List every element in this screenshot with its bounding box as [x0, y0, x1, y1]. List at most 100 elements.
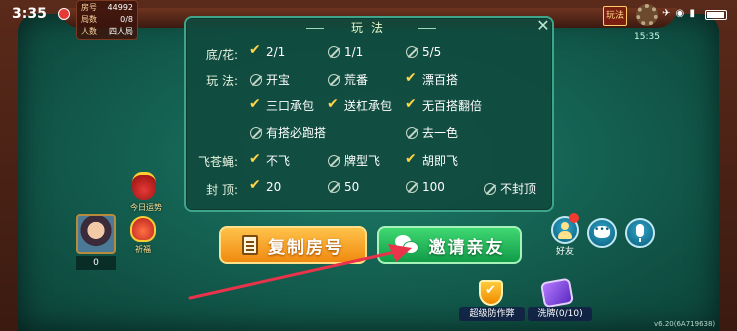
cards-icon	[539, 277, 575, 309]
version-text: v6.20(6A719638)	[654, 320, 716, 328]
voice-button[interactable]	[625, 218, 655, 248]
friends-notification-dot	[569, 213, 579, 223]
unchecked-icon	[250, 126, 262, 139]
unchecked-icon	[328, 154, 340, 167]
system-status-icons: ✈ ◉ ▮	[662, 8, 696, 19]
player-seat[interactable]: 0	[76, 214, 116, 270]
option-label: 去一色	[422, 126, 459, 140]
anti-cheat-button[interactable]: 超级防作弊	[459, 280, 525, 322]
lucky-bag-icon	[132, 172, 156, 200]
rounds-label: 局数	[81, 15, 97, 24]
close-icon[interactable]: ✕	[535, 18, 551, 34]
row-label-cap: 封 顶:	[206, 183, 238, 197]
game-clock: 15:35	[634, 32, 660, 42]
status-time: 3:35	[12, 6, 47, 22]
pointer-arrow	[188, 244, 412, 300]
option-label: 2/1	[266, 45, 286, 59]
option-quyise[interactable]: 去一色	[406, 124, 458, 141]
checkmark-icon	[249, 151, 262, 167]
checkmark-icon	[405, 96, 418, 112]
invite-label: 邀请亲友	[428, 237, 505, 258]
shield-icon	[479, 280, 503, 306]
option-label: 不封顶	[500, 182, 537, 196]
anti-cheat-label: 超级防作弊	[459, 307, 525, 321]
room-number: 44992	[107, 3, 133, 12]
blessing-bag-icon	[130, 216, 156, 242]
option-label: 不飞	[266, 154, 291, 168]
option-label: 送杠承包	[344, 99, 393, 113]
option-label: 胡即飞	[422, 154, 459, 168]
option-label: 100	[422, 180, 445, 194]
option-label: 牌型飞	[344, 154, 381, 168]
option-kaibao[interactable]: 开宝	[250, 71, 290, 88]
friends-label: 好友	[555, 247, 574, 257]
option-wubaida-fanbei[interactable]: 无百搭翻倍	[405, 96, 483, 114]
option-label: 无百搭翻倍	[422, 99, 483, 113]
option-label: 20	[266, 180, 282, 194]
option-sankou-chengbao[interactable]: 三口承包	[249, 96, 315, 114]
option-base-2-1[interactable]: 2/1	[249, 42, 286, 59]
option-cap-50[interactable]: 50	[328, 180, 359, 194]
row-label-fly: 飞苍蝇:	[197, 155, 238, 169]
arrow-shaft	[188, 250, 397, 300]
option-youda-bipaoda[interactable]: 有搭必跑搭	[250, 124, 326, 141]
players-value: 四人局	[109, 27, 133, 36]
rules-button[interactable]: 玩法	[603, 6, 627, 26]
chat-button[interactable]: •••	[587, 218, 617, 248]
option-label: 5/5	[422, 45, 442, 59]
option-label: 三口承包	[266, 99, 315, 113]
players-label: 人数	[81, 27, 97, 36]
gear-icon[interactable]	[636, 4, 658, 26]
option-songgang-chengbao[interactable]: 送杠承包	[327, 96, 393, 114]
option-label: 有搭必跑搭	[266, 126, 327, 140]
chat-bubble-icon: •••	[594, 226, 610, 238]
unchecked-icon	[484, 182, 496, 195]
option-base-1-1[interactable]: 1/1	[328, 45, 363, 59]
checkmark-icon	[249, 177, 262, 193]
unchecked-icon	[406, 181, 418, 193]
option-bufei[interactable]: 不飞	[249, 151, 291, 169]
panel-title: 玩法	[306, 18, 436, 38]
option-piaobaida[interactable]: 漂百搭	[405, 70, 459, 88]
checkmark-icon	[405, 70, 418, 86]
unchecked-icon	[328, 181, 340, 193]
option-label: 1/1	[344, 45, 364, 59]
option-no-cap[interactable]: 不封顶	[484, 180, 536, 197]
fortune-label: 今日运势	[130, 203, 162, 212]
option-cap-100[interactable]: 100	[406, 180, 445, 194]
rules-panel: 玩法 ✕ 底/花: 2/1 1/1 5/5 玩 法: 开宝 荒番 漂百搭 三口承…	[184, 16, 554, 212]
option-label: 漂百搭	[422, 73, 459, 87]
option-cap-20[interactable]: 20	[249, 177, 282, 194]
row-label-base: 底/花:	[205, 48, 238, 62]
room-number-label: 房号	[81, 3, 97, 12]
option-label: 荒番	[344, 73, 369, 87]
player-score: 0	[76, 256, 116, 270]
notification-dot-icon	[58, 8, 70, 20]
blessing-label: 祈福	[135, 245, 151, 254]
unchecked-icon	[328, 46, 340, 58]
unchecked-icon	[328, 73, 340, 86]
unchecked-icon	[250, 73, 262, 86]
option-paixingfei[interactable]: 牌型飞	[328, 152, 380, 169]
checkmark-icon	[249, 96, 262, 112]
microphone-icon	[636, 224, 644, 242]
rounds-value: 0/8	[120, 15, 133, 24]
checkmark-icon	[327, 96, 340, 112]
option-label: 开宝	[266, 73, 291, 87]
blessing-button[interactable]: 祈福	[124, 216, 162, 254]
option-hujifei[interactable]: 胡即飞	[405, 151, 459, 169]
option-base-5-5[interactable]: 5/5	[406, 45, 441, 59]
shuffle-label: 洗牌(0/10)	[528, 307, 592, 321]
option-huangfan[interactable]: 荒番	[328, 71, 368, 88]
daily-fortune-button[interactable]: 今日运势	[126, 172, 162, 212]
checkmark-icon	[405, 151, 418, 167]
room-info-card: 房号 44992 局数 0/8 人数 四人局	[76, 0, 138, 40]
shuffle-button[interactable]: 洗牌(0/10)	[528, 277, 592, 322]
unchecked-icon	[406, 46, 418, 58]
row-label-play: 玩 法:	[206, 74, 238, 88]
unchecked-icon	[406, 126, 418, 139]
avatar	[76, 214, 116, 254]
battery-icon	[705, 10, 727, 20]
checkmark-icon	[249, 42, 262, 58]
option-label: 50	[344, 180, 360, 194]
